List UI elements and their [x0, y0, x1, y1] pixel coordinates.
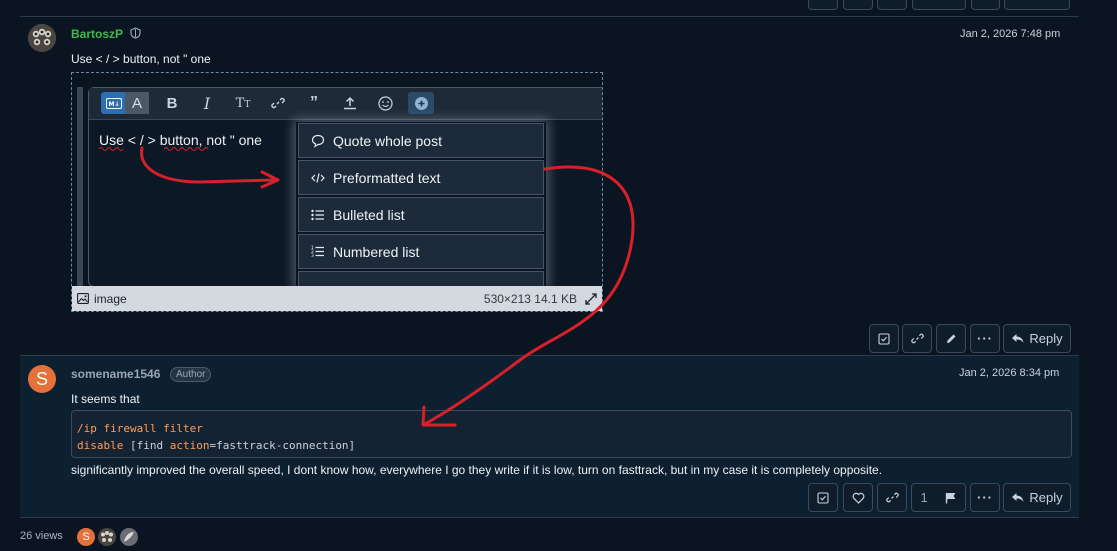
annotation-arrows — [140, 146, 635, 427]
